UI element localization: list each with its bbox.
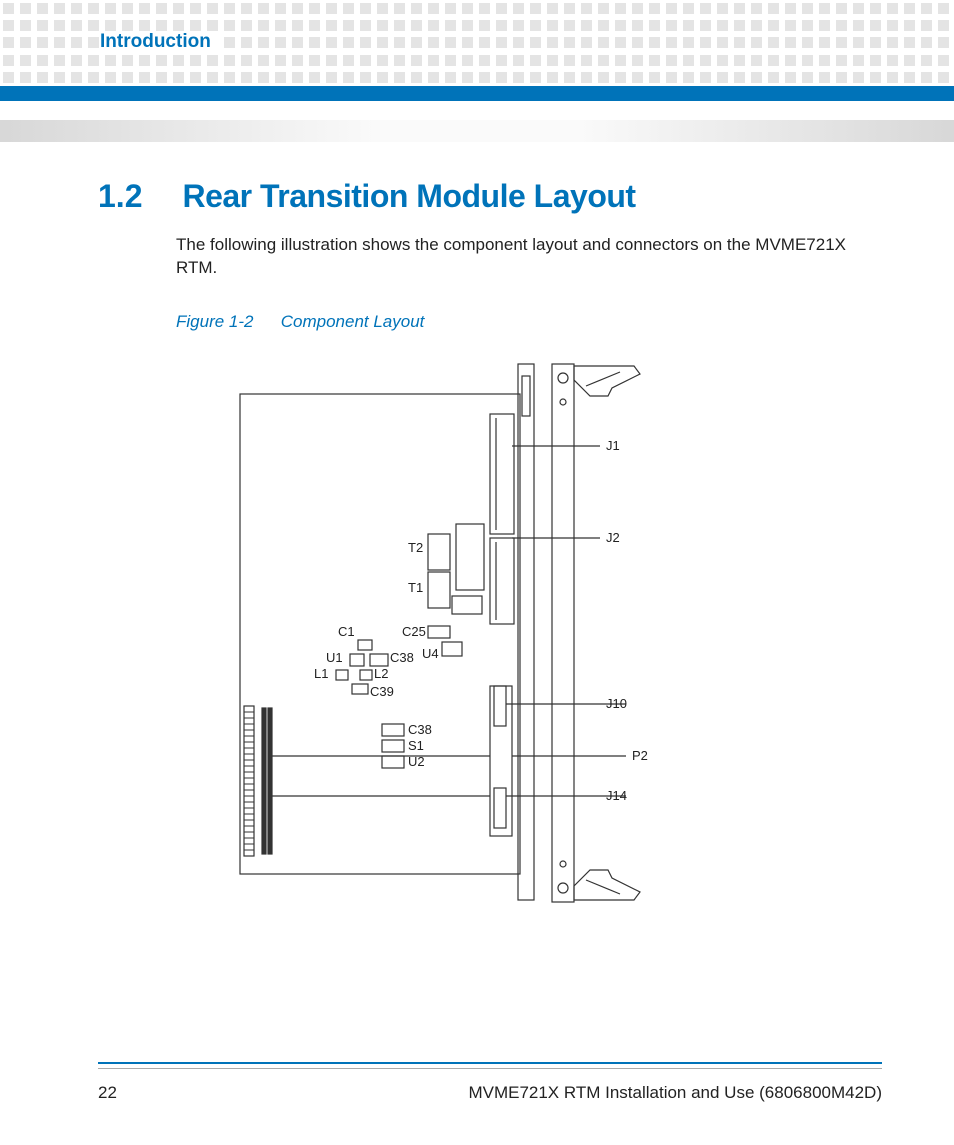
component-layout-diagram: J1 J2 J10 P2 J14 T2 T1 C25 U4 C1 U1 C38 … bbox=[160, 356, 794, 908]
label-s1: S1 bbox=[408, 738, 424, 753]
label-j2: J2 bbox=[606, 530, 620, 545]
section-content: 1.2 Rear Transition Module Layout The fo… bbox=[98, 178, 882, 332]
footer-rule bbox=[98, 1062, 882, 1069]
label-l2: L2 bbox=[374, 666, 388, 681]
figure-title: Component Layout bbox=[281, 312, 425, 331]
label-u2: U2 bbox=[408, 754, 425, 769]
label-l1: L1 bbox=[314, 666, 328, 681]
section-number: 1.2 bbox=[98, 178, 178, 215]
label-j1: J1 bbox=[606, 438, 620, 453]
label-j10: J10 bbox=[606, 696, 627, 711]
section-body: The following illustration shows the com… bbox=[176, 233, 882, 280]
label-u1: U1 bbox=[326, 650, 343, 665]
label-c39: C39 bbox=[370, 684, 394, 699]
figure-caption: Figure 1-2 Component Layout bbox=[176, 312, 882, 332]
label-c38b: C38 bbox=[408, 722, 432, 737]
label-t2: T2 bbox=[408, 540, 423, 555]
section-title: Rear Transition Module Layout bbox=[182, 178, 635, 215]
label-t1: T1 bbox=[408, 580, 423, 595]
chapter-label: Introduction bbox=[100, 31, 221, 53]
header-blue-bar bbox=[0, 86, 954, 101]
figure-number: Figure 1-2 bbox=[176, 312, 276, 332]
header-pattern-bottom bbox=[0, 52, 954, 87]
page-footer: 22 MVME721X RTM Installation and Use (68… bbox=[98, 1083, 882, 1103]
label-c25: C25 bbox=[402, 624, 426, 639]
page-number: 22 bbox=[98, 1083, 117, 1103]
label-c38a: C38 bbox=[390, 650, 414, 665]
label-u4: U4 bbox=[422, 646, 439, 661]
label-c1: C1 bbox=[338, 624, 355, 639]
doc-title: MVME721X RTM Installation and Use (68068… bbox=[468, 1083, 882, 1103]
label-j14: J14 bbox=[606, 788, 627, 803]
header-gradient-bar bbox=[0, 120, 954, 142]
label-p2: P2 bbox=[632, 748, 648, 763]
